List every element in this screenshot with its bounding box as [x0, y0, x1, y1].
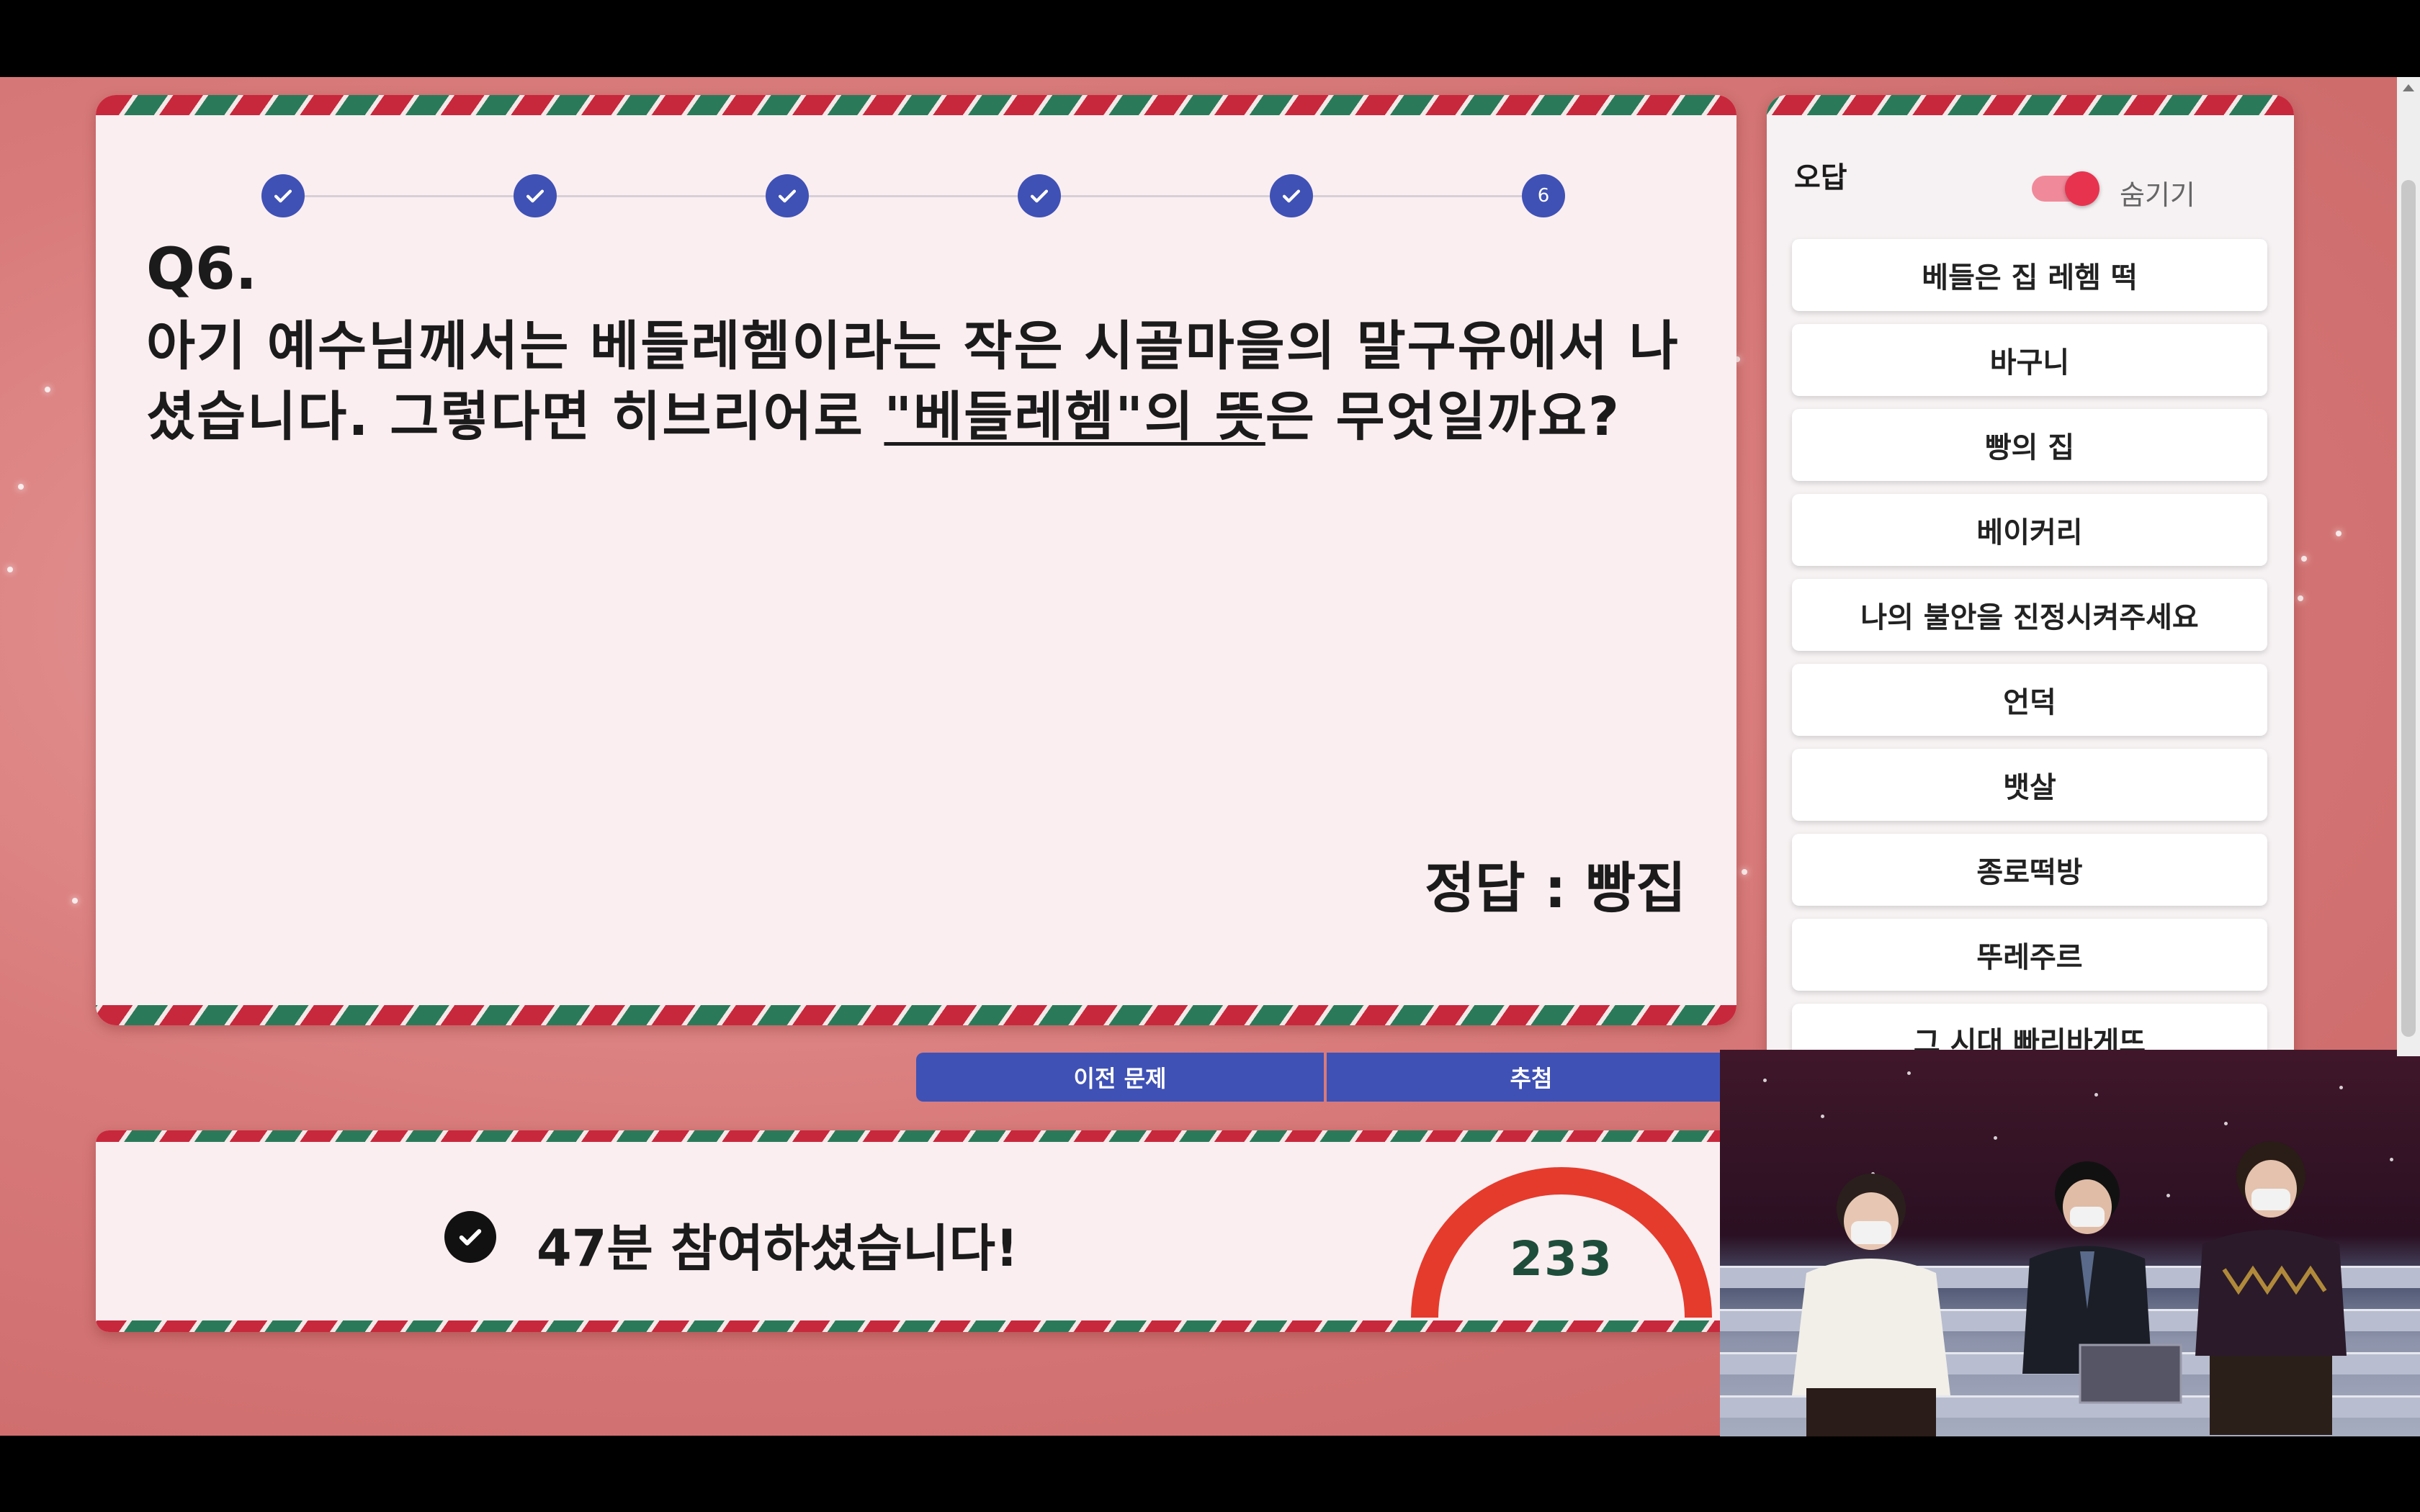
- sparkle: [2298, 595, 2303, 601]
- star: [2339, 1086, 2343, 1089]
- question-text-end: 은 무엇일까요?: [1265, 386, 1621, 448]
- progress-stepper: 6: [261, 174, 1680, 217]
- sparkle: [7, 567, 13, 572]
- hide-toggle-label: 숨기기: [2120, 179, 2195, 211]
- star: [1907, 1071, 1911, 1075]
- step-3-check-icon: [766, 174, 809, 217]
- star: [1763, 1079, 1767, 1082]
- sparkle: [18, 484, 24, 490]
- wrong-answers-list: 베들은 집 레헴 떡 바구니 빵의 집 베이커리 나의 불안을 진정시켜주세요 …: [1792, 239, 2267, 1089]
- wrong-answer-item: 바구니: [1792, 324, 2267, 396]
- step-connector: [305, 195, 514, 197]
- step-4-check-icon: [1018, 174, 1061, 217]
- candy-stripe-top: [96, 1130, 1736, 1142]
- wrong-answer-item: 베들은 집 레헴 떡: [1792, 239, 2267, 311]
- step-2-check-icon: [514, 174, 557, 217]
- candy-stripe-top: [96, 95, 1736, 115]
- step-connector: [1313, 195, 1522, 197]
- participants-card: 47분 참여하셨습니다! 233: [96, 1130, 1736, 1332]
- toggle-knob: [2065, 171, 2099, 206]
- step-connector: [1061, 195, 1270, 197]
- wrong-answer-item: 나의 불안을 진정시켜주세요: [1792, 579, 2267, 651]
- sparkle: [2336, 531, 2341, 536]
- webcam-overlay: [1720, 1050, 2420, 1436]
- star: [1821, 1115, 1824, 1118]
- star: [2166, 1194, 2170, 1197]
- candy-stripe-top: [1767, 95, 2294, 115]
- sparkle: [72, 898, 78, 904]
- wrong-answer-item: 뚜레주르: [1792, 919, 2267, 991]
- question-card: 6 Q6. 아기 예수님께서는 베들레헴이라는 작은 시골마을의 말구유에서 나…: [96, 95, 1736, 1025]
- wrong-answer-item: 빵의 집: [1792, 409, 2267, 481]
- check-circle-icon: [444, 1211, 496, 1263]
- wrong-answers-panel: 오답 숨기기 베들은 집 레헴 떡 바구니 빵의 집 베이커리 나의 불안을 진…: [1767, 95, 2294, 1132]
- draw-button[interactable]: 추첨: [1327, 1053, 1736, 1102]
- star: [2094, 1093, 2098, 1097]
- wrong-answer-item: 뱃살: [1792, 749, 2267, 821]
- laptop: [2079, 1344, 2182, 1404]
- question-number: Q6.: [146, 235, 258, 302]
- presenter-right: [2195, 1141, 2347, 1435]
- sparkle: [1742, 869, 1747, 875]
- correct-answer: 정답 : 빵집: [1425, 856, 1686, 920]
- wrong-answer-item: 언덕: [1792, 664, 2267, 736]
- star: [1994, 1136, 1997, 1140]
- step-connector: [557, 195, 766, 197]
- step-connector: [809, 195, 1018, 197]
- step-5-check-icon: [1270, 174, 1313, 217]
- wrong-answers-title: 오답: [1794, 161, 1847, 194]
- candy-stripe-bottom: [96, 1005, 1736, 1025]
- step-1-check-icon: [261, 174, 305, 217]
- scroll-up-icon[interactable]: [2403, 84, 2414, 91]
- hide-toggle[interactable]: [2032, 171, 2099, 206]
- scrollbar-thumb[interactable]: [2401, 180, 2416, 1037]
- prev-question-button[interactable]: 이전 문제: [916, 1053, 1324, 1102]
- participants-text: 47분 참여하셨습니다!: [537, 1219, 1018, 1278]
- question-text: 아기 예수님께서는 베들레헴이라는 작은 시골마을의 말구유에서 나셨습니다. …: [146, 311, 1702, 452]
- sparkle: [45, 387, 50, 392]
- star: [2390, 1158, 2393, 1161]
- sparkle: [2301, 556, 2307, 562]
- presenter-left: [1792, 1174, 1950, 1436]
- step-6-current: 6: [1522, 174, 1565, 217]
- question-highlight: "베들레헴"의 뜻: [884, 386, 1265, 448]
- participant-count: 233: [1510, 1231, 1613, 1287]
- wrong-answer-item: 종로떡방: [1792, 834, 2267, 906]
- wrong-answer-item: 베이커리: [1792, 494, 2267, 566]
